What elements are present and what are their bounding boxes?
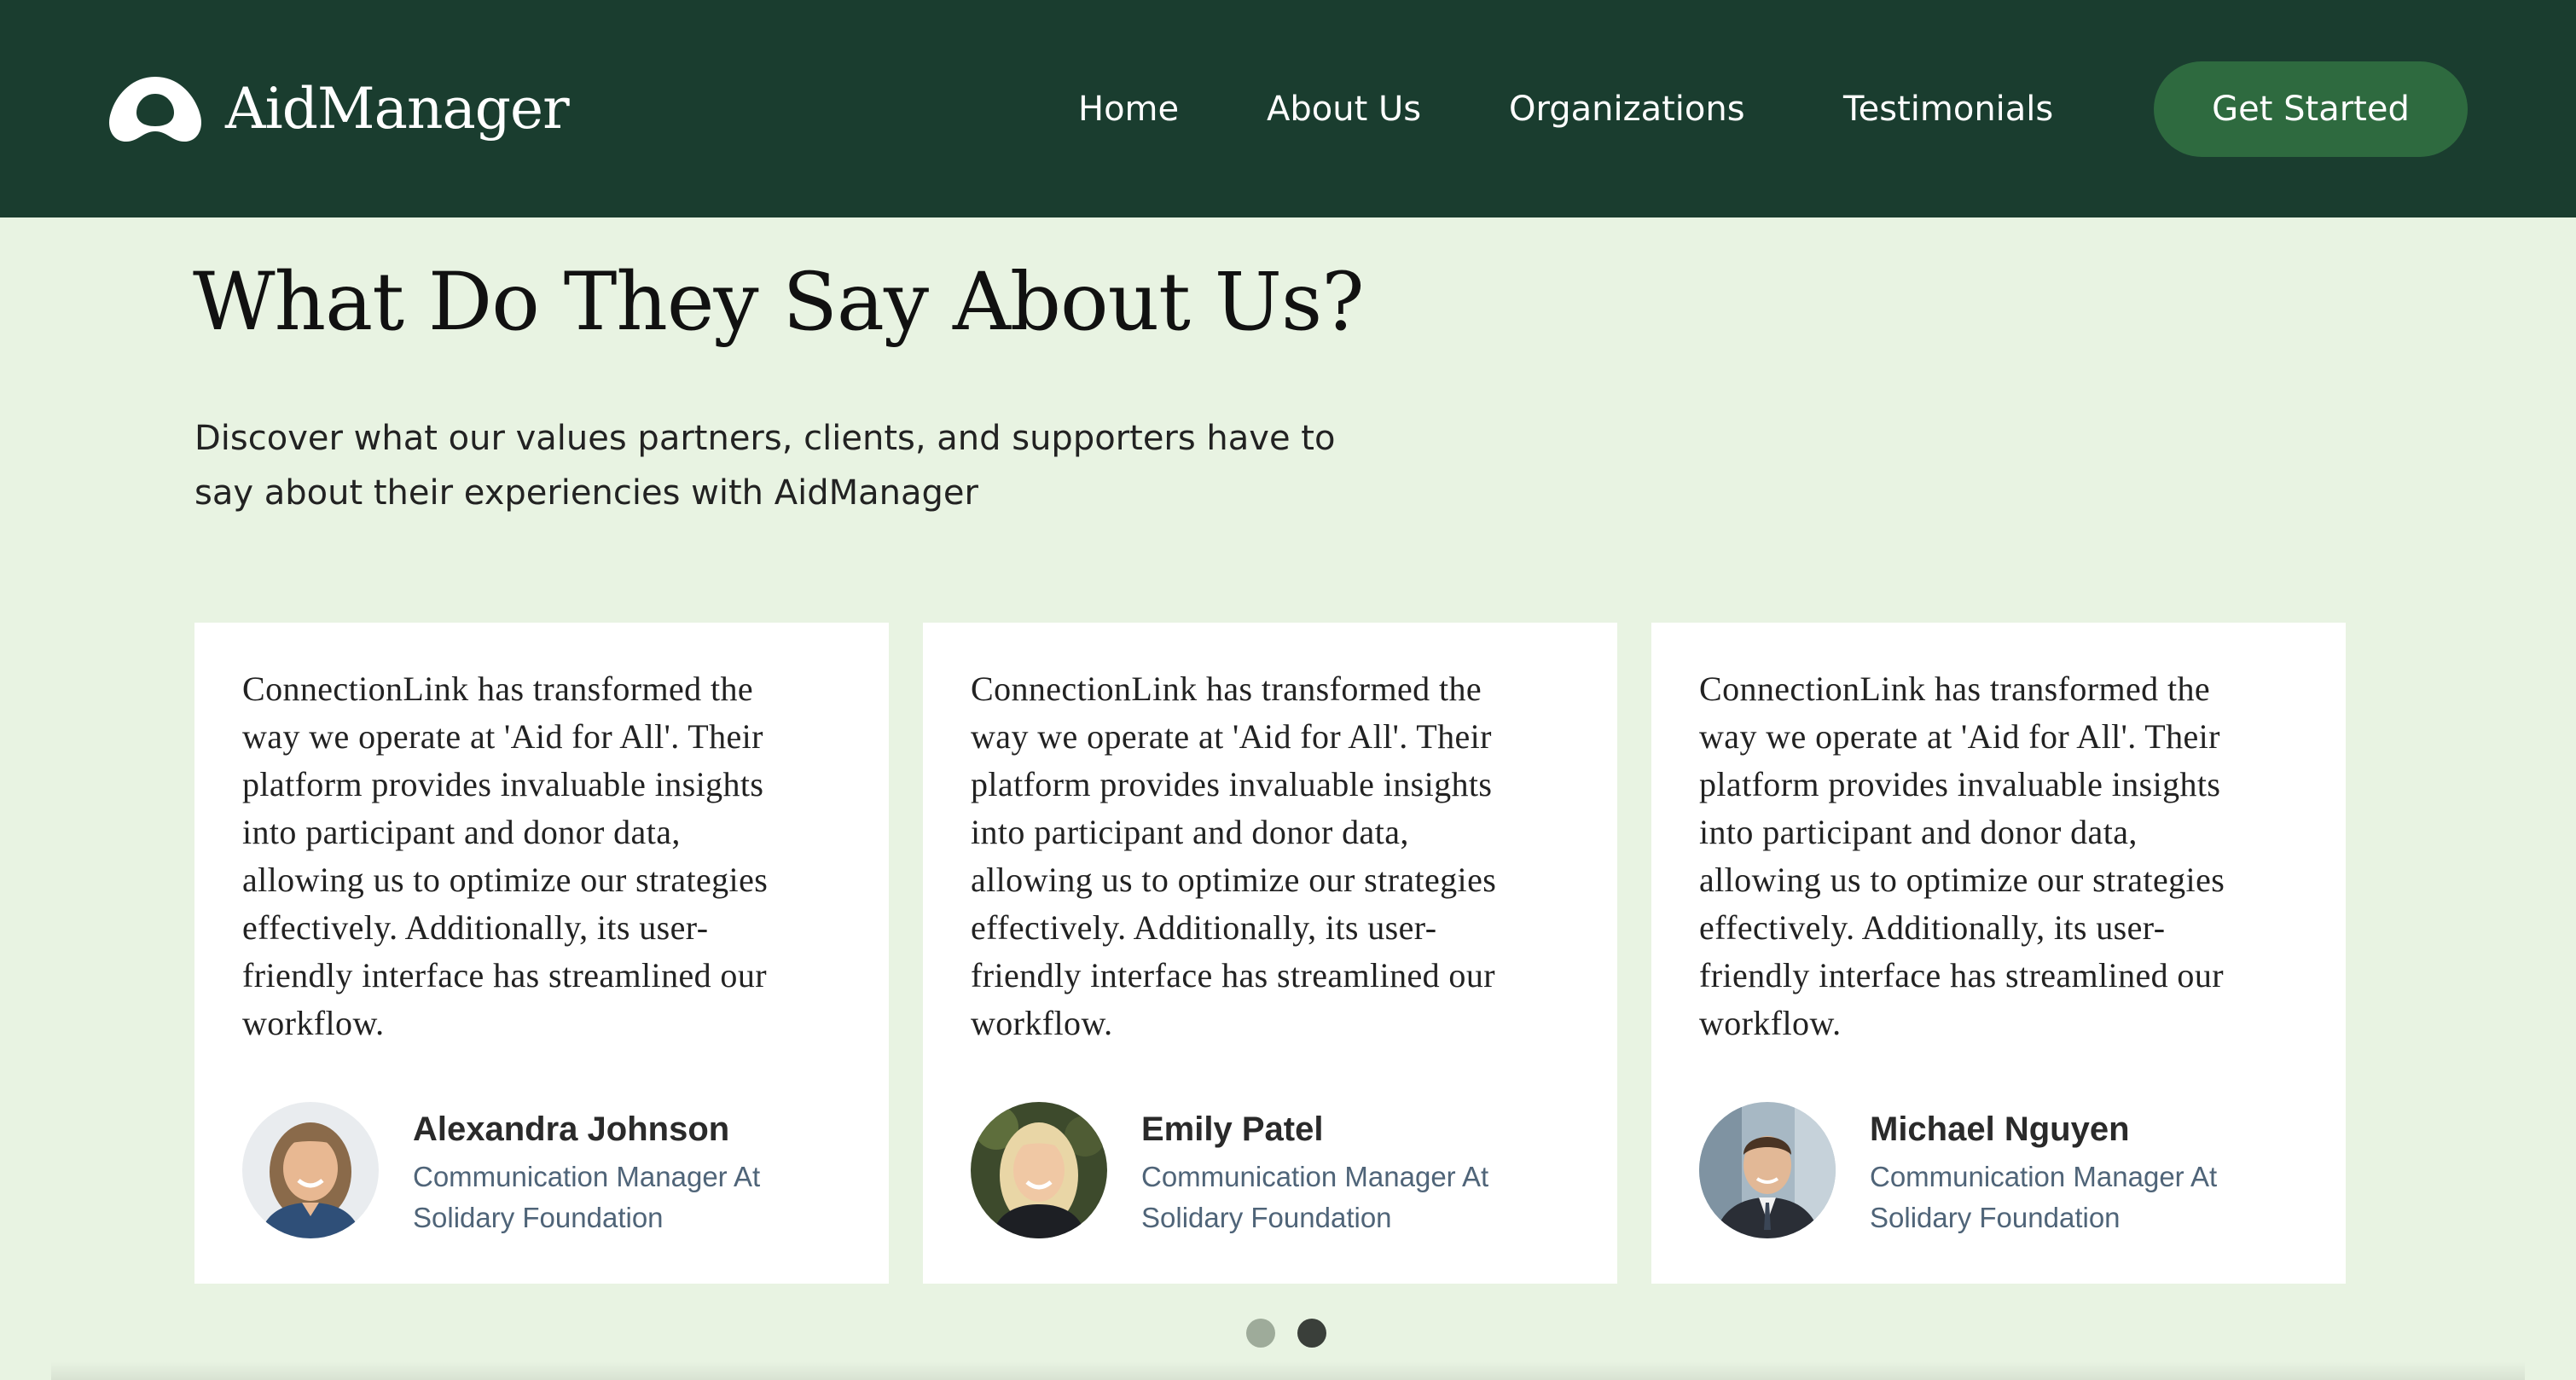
testimonial-card: ConnectionLink has transformed the way w… bbox=[194, 623, 889, 1284]
carousel-dot-2-active[interactable] bbox=[1297, 1319, 1326, 1348]
avatar bbox=[971, 1102, 1107, 1238]
page-subtitle: Discover what our values partners, clien… bbox=[194, 419, 1336, 513]
nav-home[interactable]: Home bbox=[1078, 82, 1179, 136]
brand-name: AidManager bbox=[225, 76, 570, 142]
site-header: AidManager Home About Us Organizations T… bbox=[0, 0, 2576, 217]
carousel-dot-1[interactable] bbox=[1246, 1319, 1275, 1348]
person-name: Michael Nguyen bbox=[1870, 1110, 2130, 1148]
testimonial-card: ConnectionLink has transformed the way w… bbox=[923, 623, 1617, 1284]
testimonial-quote: ConnectionLink has transformed the way w… bbox=[1699, 670, 2225, 1042]
person-role: Communication Manager At Solidary Founda… bbox=[1141, 1161, 1489, 1233]
brand-link[interactable]: AidManager bbox=[102, 75, 570, 143]
testimonial-quote: ConnectionLink has transformed the way w… bbox=[242, 670, 769, 1042]
person-name: Emily Patel bbox=[1141, 1110, 1324, 1148]
nav-organizations[interactable]: Organizations bbox=[1509, 82, 1745, 136]
section-bottom-shadow bbox=[51, 1361, 2525, 1380]
avatar bbox=[1699, 1102, 1836, 1238]
get-started-button[interactable]: Get Started bbox=[2154, 61, 2468, 157]
aidmanager-logo-icon bbox=[109, 77, 201, 142]
person-name: Alexandra Johnson bbox=[413, 1110, 730, 1148]
testimonial-card: ConnectionLink has transformed the way w… bbox=[1651, 623, 2346, 1284]
testimonial-quote: ConnectionLink has transformed the way w… bbox=[971, 670, 1497, 1042]
nav-about-us[interactable]: About Us bbox=[1267, 82, 1421, 136]
nav-testimonials[interactable]: Testimonials bbox=[1843, 82, 2053, 136]
avatar bbox=[242, 1102, 379, 1238]
person-role: Communication Manager At Solidary Founda… bbox=[1870, 1161, 2218, 1233]
person-role: Communication Manager At Solidary Founda… bbox=[413, 1161, 761, 1233]
page-title: What Do They Say About Us? bbox=[193, 256, 1365, 349]
